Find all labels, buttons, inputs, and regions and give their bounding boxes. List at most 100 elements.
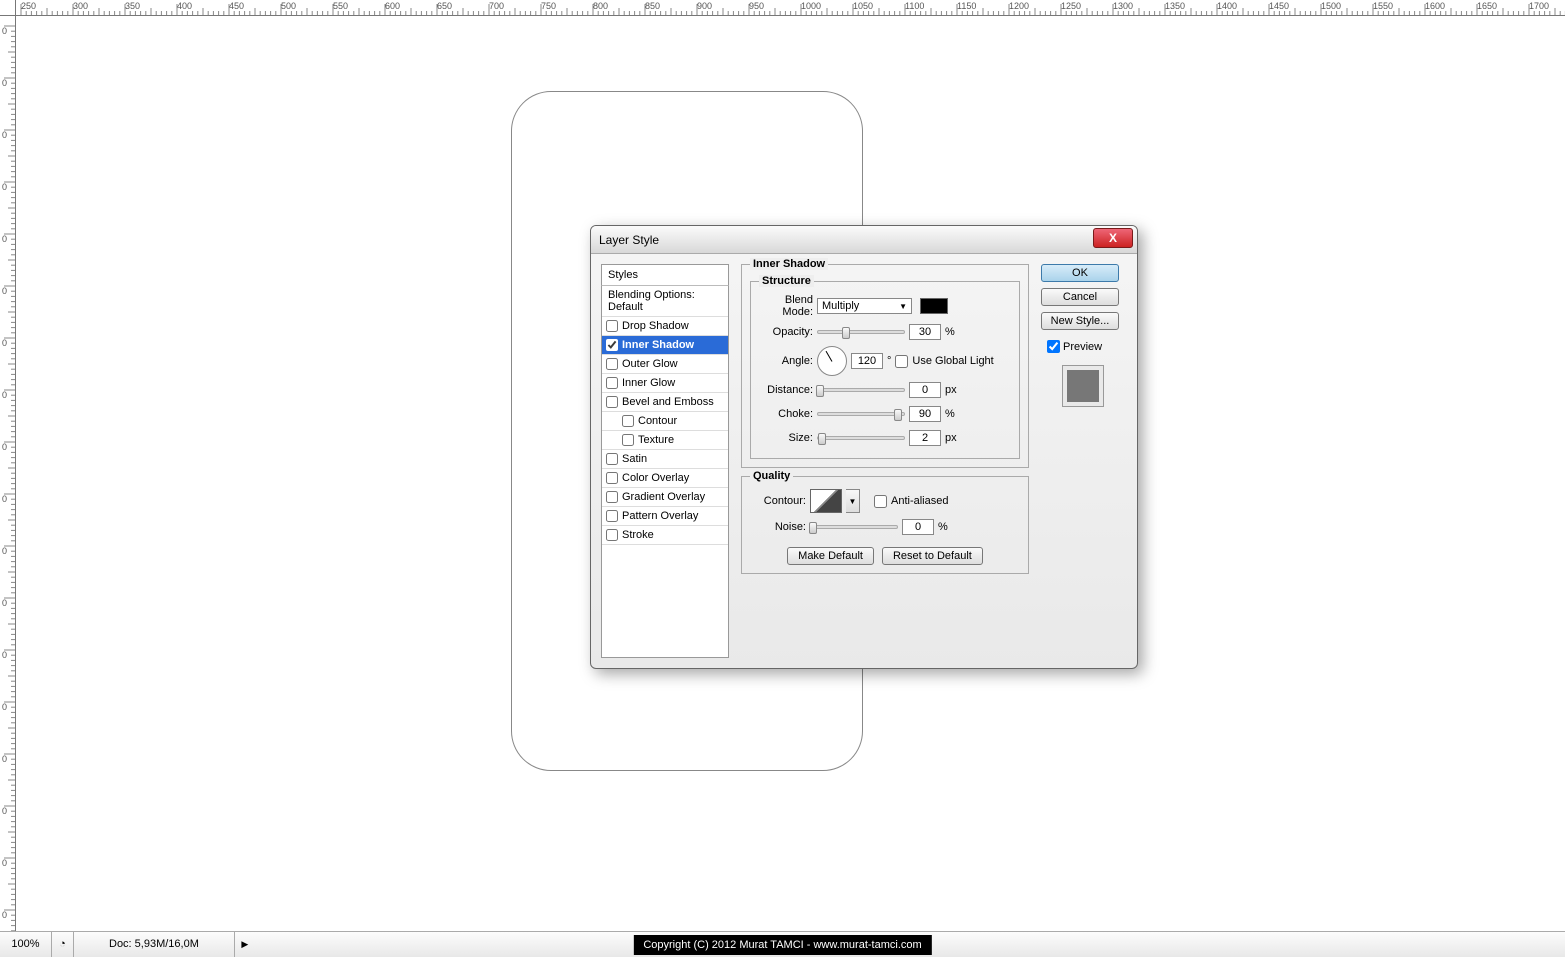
style-color-overlay[interactable]: Color Overlay: [602, 469, 728, 488]
angle-input[interactable]: [851, 353, 883, 369]
color-overlay-checkbox[interactable]: [606, 472, 618, 484]
chevron-down-icon: ▼: [899, 302, 907, 311]
contour-checkbox[interactable]: [622, 415, 634, 427]
ruler-horizontal[interactable]: 2503003504004505005506006507007508008509…: [16, 0, 1565, 16]
svg-text:1450: 1450: [1269, 1, 1289, 11]
quality-title: Quality: [750, 470, 793, 482]
doc-size[interactable]: Doc: 5,93M/16,0M: [74, 932, 235, 957]
zoom-level[interactable]: 100%: [0, 932, 52, 957]
shadow-color-swatch[interactable]: [920, 298, 948, 314]
drop-shadow-checkbox[interactable]: [606, 320, 618, 332]
noise-label: Noise:: [750, 521, 806, 533]
style-satin[interactable]: Satin: [602, 450, 728, 469]
new-style-button[interactable]: New Style...: [1041, 312, 1119, 330]
ok-button[interactable]: OK: [1041, 264, 1119, 282]
layer-style-dialog: Layer Style X Styles Blending Options: D…: [590, 225, 1138, 669]
settings-panel: Inner Shadow Structure Blend Mode: Multi…: [741, 264, 1029, 658]
style-bevel-emboss[interactable]: Bevel and Emboss: [602, 393, 728, 412]
dialog-title: Layer Style: [599, 233, 659, 247]
anti-aliased-label: Anti-aliased: [891, 495, 948, 507]
outer-glow-checkbox[interactable]: [606, 358, 618, 370]
svg-text:0: 0: [2, 234, 7, 244]
svg-text:1350: 1350: [1165, 1, 1185, 11]
svg-text:0: 0: [2, 598, 7, 608]
contour-preview[interactable]: [810, 489, 842, 513]
inner-shadow-checkbox[interactable]: [606, 339, 618, 351]
play-icon[interactable]: ▶: [235, 932, 255, 957]
preview-label: Preview: [1063, 341, 1102, 353]
svg-text:1500: 1500: [1321, 1, 1341, 11]
styles-header[interactable]: Styles: [601, 264, 729, 286]
panel-title: Inner Shadow: [750, 258, 828, 270]
svg-text:1700: 1700: [1529, 1, 1549, 11]
global-light-label: Use Global Light: [912, 355, 993, 367]
opacity-input[interactable]: [909, 324, 941, 340]
style-texture[interactable]: Texture: [602, 431, 728, 450]
size-slider[interactable]: [817, 436, 905, 440]
ruler-vertical[interactable]: 000000000000000000: [0, 16, 16, 931]
svg-text:1550: 1550: [1373, 1, 1393, 11]
style-pattern-overlay[interactable]: Pattern Overlay: [602, 507, 728, 526]
dialog-buttons-panel: OK Cancel New Style... Preview: [1041, 264, 1125, 658]
angle-dial[interactable]: [817, 346, 847, 376]
size-input[interactable]: [909, 430, 941, 446]
inner-glow-checkbox[interactable]: [606, 377, 618, 389]
svg-text:0: 0: [2, 442, 7, 452]
close-button[interactable]: X: [1093, 228, 1133, 248]
pattern-overlay-checkbox[interactable]: [606, 510, 618, 522]
style-inner-shadow[interactable]: Inner Shadow: [602, 336, 728, 355]
svg-text:0: 0: [2, 546, 7, 556]
global-light-checkbox[interactable]: [895, 355, 908, 368]
style-stroke[interactable]: Stroke: [602, 526, 728, 545]
status-icon[interactable]: ◔: [52, 932, 74, 957]
gradient-overlay-checkbox[interactable]: [606, 491, 618, 503]
label: Contour: [638, 415, 677, 427]
stroke-checkbox[interactable]: [606, 529, 618, 541]
choke-label: Choke:: [757, 408, 813, 420]
style-outer-glow[interactable]: Outer Glow: [602, 355, 728, 374]
style-contour[interactable]: Contour: [602, 412, 728, 431]
svg-text:0: 0: [2, 754, 7, 764]
choke-input[interactable]: [909, 406, 941, 422]
svg-text:850: 850: [645, 1, 660, 11]
satin-checkbox[interactable]: [606, 453, 618, 465]
choke-unit: %: [945, 408, 955, 420]
svg-text:250: 250: [21, 1, 36, 11]
angle-label: Angle:: [757, 355, 813, 367]
svg-text:550: 550: [333, 1, 348, 11]
cancel-button[interactable]: Cancel: [1041, 288, 1119, 306]
svg-text:0: 0: [2, 494, 7, 504]
preview-checkbox[interactable]: [1047, 340, 1060, 353]
style-gradient-overlay[interactable]: Gradient Overlay: [602, 488, 728, 507]
choke-slider[interactable]: [817, 412, 905, 416]
distance-slider[interactable]: [817, 388, 905, 392]
label: Inner Shadow: [622, 339, 694, 351]
style-inner-glow[interactable]: Inner Glow: [602, 374, 728, 393]
opacity-slider[interactable]: [817, 330, 905, 334]
anti-aliased-checkbox[interactable]: [874, 495, 887, 508]
style-drop-shadow[interactable]: Drop Shadow: [602, 317, 728, 336]
contour-dropdown[interactable]: ▼: [846, 489, 860, 513]
noise-input[interactable]: [902, 519, 934, 535]
svg-text:1100: 1100: [905, 1, 924, 11]
svg-text:0: 0: [2, 910, 7, 920]
texture-checkbox[interactable]: [622, 434, 634, 446]
noise-slider[interactable]: [810, 525, 898, 529]
opacity-label: Opacity:: [757, 326, 813, 338]
structure-title: Structure: [759, 275, 814, 287]
styles-panel: Styles Blending Options: Default Drop Sh…: [601, 264, 729, 658]
svg-text:650: 650: [437, 1, 452, 11]
svg-text:1600: 1600: [1425, 1, 1445, 11]
style-blending-options[interactable]: Blending Options: Default: [602, 286, 728, 317]
distance-input[interactable]: [909, 382, 941, 398]
make-default-button[interactable]: Make Default: [787, 547, 874, 565]
blend-mode-select[interactable]: Multiply ▼: [817, 298, 912, 314]
dialog-titlebar[interactable]: Layer Style X: [591, 226, 1137, 254]
svg-text:0: 0: [2, 390, 7, 400]
bevel-emboss-checkbox[interactable]: [606, 396, 618, 408]
svg-text:1650: 1650: [1477, 1, 1497, 11]
label: Texture: [638, 434, 674, 446]
reset-default-button[interactable]: Reset to Default: [882, 547, 983, 565]
preview-swatch: [1062, 365, 1104, 407]
status-bar: 100% ◔ Doc: 5,93M/16,0M ▶ Copyright (C) …: [0, 931, 1565, 957]
